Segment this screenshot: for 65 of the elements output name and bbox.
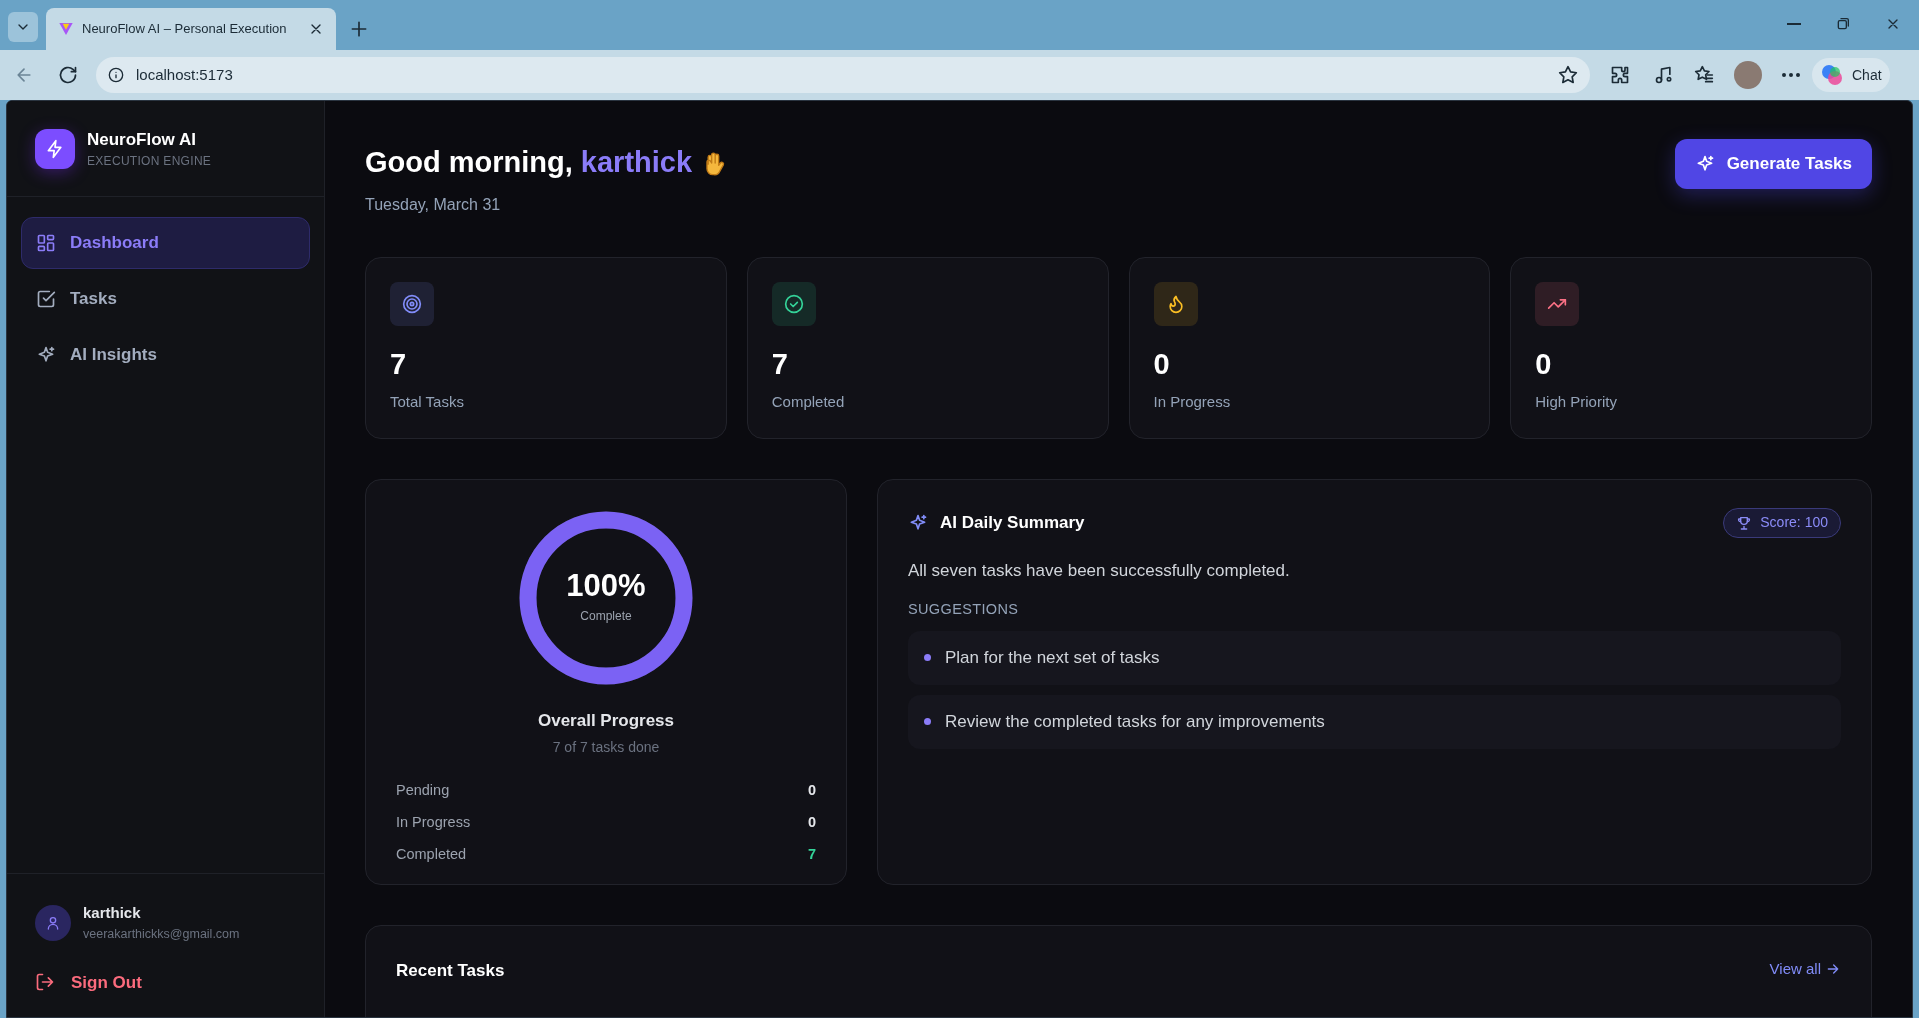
logo-icon xyxy=(58,21,74,37)
sparkles-icon xyxy=(36,345,56,365)
browser-tab[interactable]: NeuroFlow AI – Personal Execution xyxy=(46,8,336,50)
stat-label: High Priority xyxy=(1535,391,1618,412)
suggestion-text: Review the completed tasks for any improvements xyxy=(945,711,1325,733)
summary-title: AI Daily Summary xyxy=(940,511,1085,534)
status-count: 0 xyxy=(807,781,816,800)
nav-item[interactable]: Tasks xyxy=(21,273,310,325)
tab-title: NeuroFlow AI – Personal Execution xyxy=(82,20,288,39)
lightning-icon xyxy=(45,138,65,159)
generate-tasks-button[interactable]: Generate Tasks xyxy=(1674,139,1872,189)
user-email: veerakarthickks@gmail.com xyxy=(83,925,240,943)
sign-out-icon xyxy=(35,972,55,993)
progress-subtitle: 7 of 7 tasks done xyxy=(552,738,660,757)
status-label: In Progress xyxy=(396,812,471,832)
address-bar[interactable]: localhost:5173 xyxy=(96,57,1590,93)
check-circle-icon xyxy=(783,293,804,314)
progress-caption: Complete xyxy=(580,608,632,625)
trophy-icon xyxy=(1736,514,1753,531)
progress-title: Overall Progress xyxy=(537,709,675,732)
score-badge: Score: 100 xyxy=(1723,507,1841,538)
chat-logo-icon xyxy=(1820,63,1844,87)
info-icon xyxy=(108,67,124,83)
sign-out-button[interactable]: Sign Out xyxy=(35,969,296,995)
star-icon xyxy=(1558,65,1578,85)
summary-text: All seven tasks have been successfully completed. xyxy=(908,559,1291,582)
dashboard-icon xyxy=(36,233,56,253)
view-all-link[interactable]: View all xyxy=(1769,957,1841,980)
date-text: Tuesday, March 31 xyxy=(365,194,502,215)
brand-tagline: EXECUTION ENGINE xyxy=(87,153,212,171)
tab-list-button[interactable] xyxy=(8,12,38,42)
status-count: 7 xyxy=(807,844,816,864)
stat-label: Total Tasks xyxy=(390,391,465,412)
nav-item[interactable]: AI Insights xyxy=(21,329,310,381)
brand-name: NeuroFlow AI xyxy=(87,128,197,151)
plus-icon xyxy=(349,19,369,39)
stat-value: 0 xyxy=(1535,349,1553,379)
progress-percent: 100% xyxy=(566,570,646,601)
user-icon xyxy=(45,914,61,931)
refresh-icon xyxy=(58,65,78,85)
user-name: karthick xyxy=(83,903,142,924)
stat-label: Completed xyxy=(771,391,846,412)
profile-avatar[interactable] xyxy=(1734,61,1762,89)
sparkles-icon xyxy=(908,512,928,533)
puzzle-icon xyxy=(1610,65,1630,85)
stat-value: 7 xyxy=(771,349,789,379)
music-icon xyxy=(1654,65,1674,85)
greeting-heading: Good morning, karthick xyxy=(365,145,693,180)
stat-label: In Progress xyxy=(1153,391,1232,412)
chat-button[interactable]: Chat xyxy=(1812,58,1890,92)
status-label: Completed xyxy=(396,844,467,864)
stat-value: 0 xyxy=(1153,349,1171,379)
suggestions-heading: SUGGESTIONS xyxy=(908,600,1020,619)
url-text: localhost:5173 xyxy=(136,64,234,85)
recent-tasks-title: Recent Tasks xyxy=(396,959,505,982)
stat-value: 7 xyxy=(390,349,408,379)
favorites-icon xyxy=(1694,65,1714,85)
status-count: 0 xyxy=(807,812,816,832)
restore-icon xyxy=(1835,16,1851,32)
nav-item[interactable]: Dashboard xyxy=(21,217,310,269)
suggestion-text: Plan for the next set of tasks xyxy=(945,647,1160,669)
status-label: Pending xyxy=(396,781,450,800)
checkbox-icon xyxy=(36,289,56,309)
target-icon xyxy=(402,293,422,314)
more-icon xyxy=(1782,73,1800,77)
